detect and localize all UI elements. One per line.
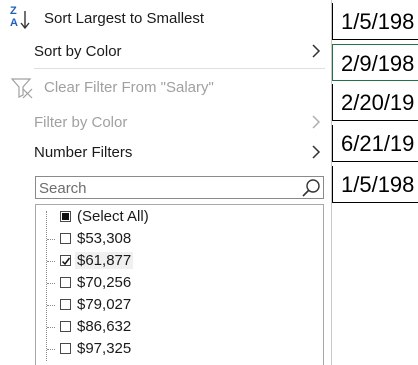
checkbox-unchecked[interactable] [60, 321, 71, 332]
list-item[interactable]: $86,632 [36, 316, 321, 338]
chevron-right-icon [312, 145, 321, 159]
sort-desc-label: Sort Largest to Smallest [44, 10, 205, 27]
sort-largest-to-smallest[interactable]: Z A Sort Largest to Smallest [0, 4, 332, 34]
checkbox-partial[interactable] [60, 211, 71, 222]
checkbox-unchecked[interactable] [60, 277, 71, 288]
sheet-cell[interactable]: 1/5/198 [332, 3, 418, 40]
checkmark-icon [61, 257, 71, 266]
list-item-label: $97,325 [77, 340, 132, 357]
tree-connector [47, 239, 55, 240]
checkbox-unchecked[interactable] [60, 343, 71, 354]
filter-by-color-label: Filter by Color [34, 114, 128, 131]
list-item[interactable]: $79,027 [36, 294, 321, 316]
sort-by-color[interactable]: Sort by Color [0, 37, 332, 67]
list-item-label: $79,027 [77, 296, 132, 313]
worksheet-column: 1/5/198 2/9/198 2/20/19 6/21/19 1/5/198 [332, 0, 418, 365]
clear-filter-icon [10, 78, 33, 99]
chevron-right-icon [312, 44, 321, 58]
list-item-label: (Select All) [77, 208, 149, 225]
list-item[interactable]: $53,308 [36, 228, 321, 250]
menu-separator [34, 68, 325, 69]
sort-descending-icon: Z A [8, 5, 34, 33]
filter-values-list[interactable]: (Select All) $53,308 $61,877 $70,256 $79 [35, 204, 324, 365]
sort-by-color-label: Sort by Color [34, 43, 122, 60]
search-placeholder: Search [39, 180, 87, 197]
list-item-label: $70,256 [77, 274, 132, 291]
list-item[interactable]: $97,325 [36, 338, 321, 360]
sheet-cell[interactable]: 6/21/19 [332, 125, 418, 162]
list-item-label: $61,877 [75, 252, 134, 269]
checkbox-unchecked[interactable] [60, 299, 71, 310]
chevron-right-icon [312, 115, 321, 129]
sheet-cell[interactable]: 2/20/19 [332, 84, 418, 121]
sheet-cell[interactable]: 1/5/198 [332, 166, 418, 203]
number-filters[interactable]: Number Filters [0, 138, 332, 168]
tree-connector [47, 283, 55, 284]
search-input[interactable]: Search [35, 176, 324, 199]
clear-filter[interactable]: Clear Filter From "Salary" [0, 73, 332, 103]
list-item-select-all[interactable]: (Select All) [36, 206, 321, 228]
tree-connector [47, 261, 55, 262]
number-filters-label: Number Filters [34, 144, 133, 161]
checkbox-checked[interactable] [60, 255, 71, 266]
filter-by-color[interactable]: Filter by Color [0, 108, 332, 138]
list-item-label: $86,632 [77, 318, 132, 335]
autofilter-menu: Z A Sort Largest to Smallest Sort by Col… [0, 0, 332, 365]
tree-connector [47, 305, 55, 306]
tree-connector [47, 349, 55, 350]
sheet-cell-selected[interactable]: 2/9/198 [332, 44, 418, 81]
checkbox-unchecked[interactable] [60, 233, 71, 244]
search-icon [302, 179, 320, 197]
clear-filter-label: Clear Filter From "Salary" [44, 79, 214, 96]
tree-connector [47, 327, 55, 328]
list-item[interactable]: $70,256 [36, 272, 321, 294]
list-item-label: $53,308 [77, 230, 132, 247]
list-item[interactable]: $61,877 [36, 250, 321, 272]
